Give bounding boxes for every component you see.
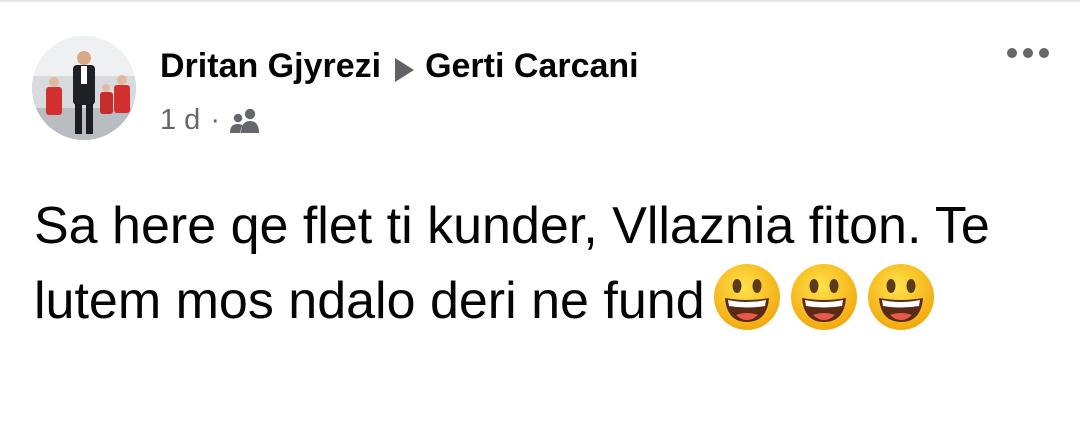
more-horizontal-icon (1007, 48, 1049, 58)
grinning-face-icon (866, 262, 936, 332)
post-timestamp[interactable]: 1 d (160, 104, 200, 137)
avatar-photo (32, 36, 136, 140)
post-message: Sa here qe flet ti kunder, Vllaznia fito… (34, 190, 1044, 337)
post-header: Dritan Gjyrezi Gerti Carcani (160, 44, 639, 88)
triangle-right-icon (393, 53, 415, 82)
top-divider (0, 0, 1080, 2)
meta-separator: · (210, 104, 220, 136)
grinning-face-icon (789, 262, 859, 332)
post-meta: 1 d · (160, 104, 262, 137)
friends-icon[interactable] (228, 108, 262, 134)
avatar[interactable] (32, 36, 136, 140)
author-name[interactable]: Dritan Gjyrezi (160, 47, 381, 86)
recipient-name[interactable]: Gerti Carcani (425, 47, 639, 86)
grinning-face-icon (712, 262, 782, 332)
more-options-button[interactable] (1004, 38, 1052, 68)
